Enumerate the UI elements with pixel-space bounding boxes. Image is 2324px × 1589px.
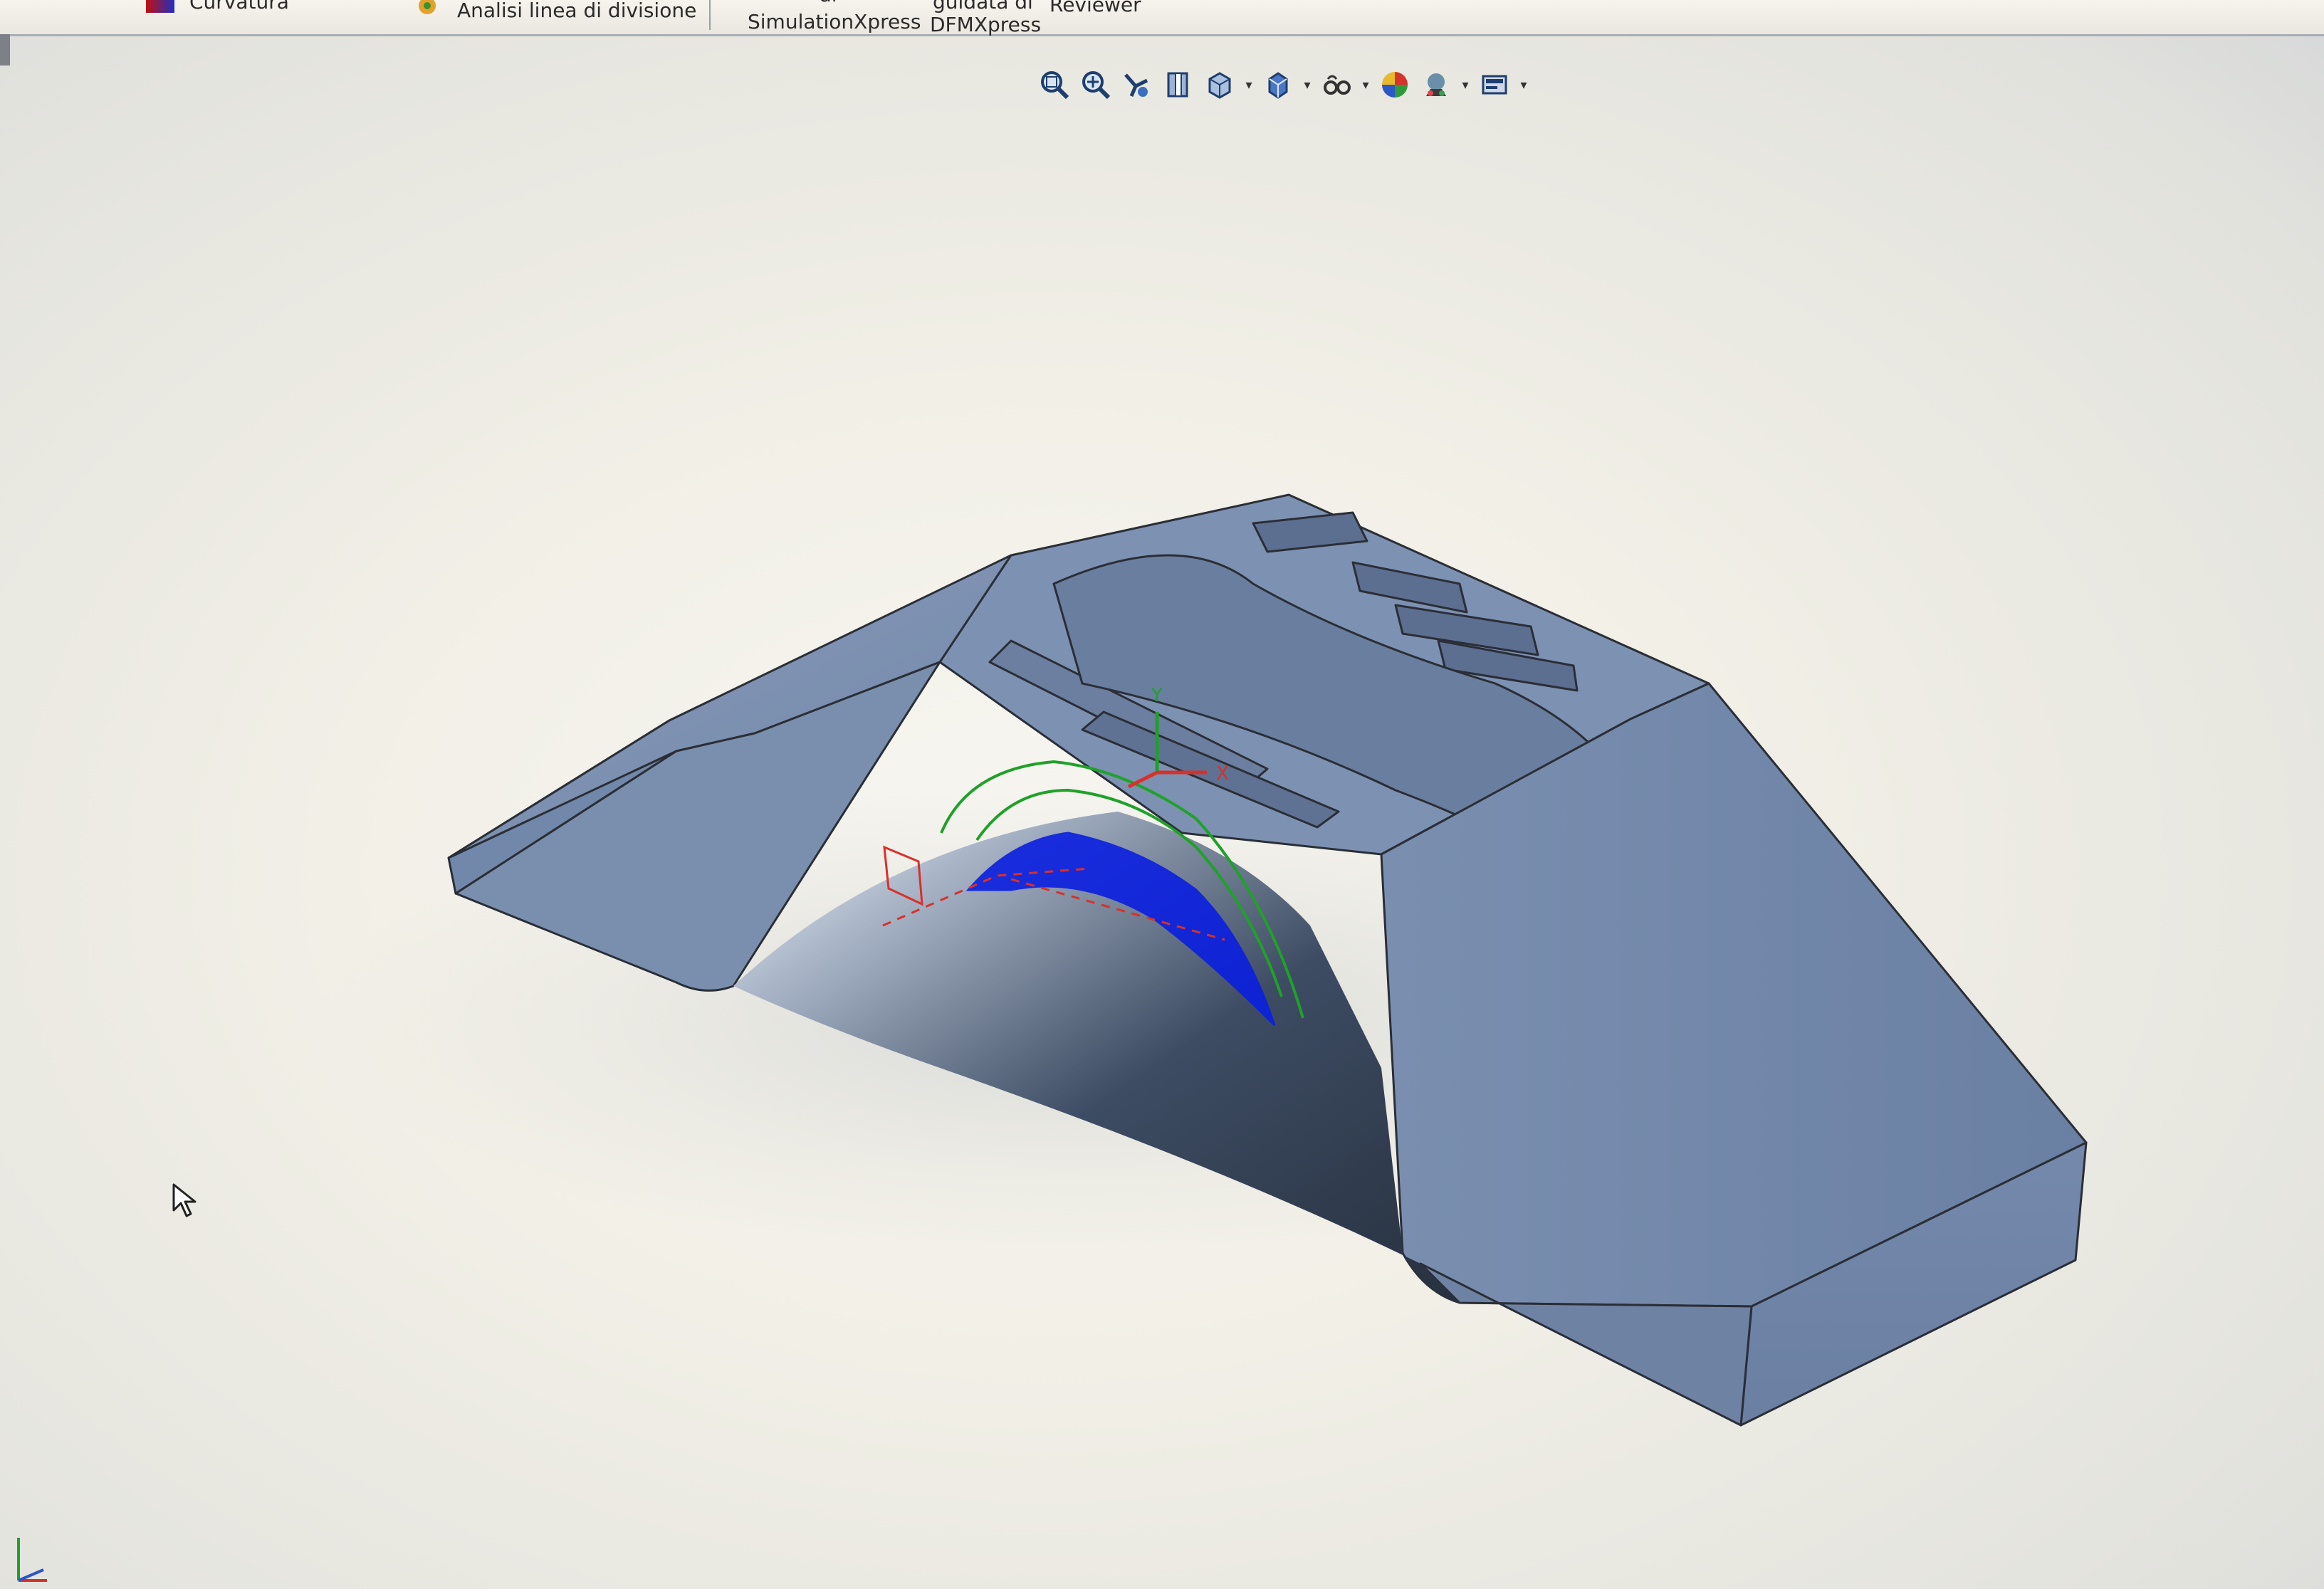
reviewer-button[interactable]: Reviewer	[1050, 0, 1141, 16]
dfmxpress-button-line1[interactable]: guidata di	[933, 0, 1033, 13]
parting-line-analysis-button[interactable]: Analisi linea di divisione	[457, 0, 696, 21]
mouse-cursor-icon	[172, 1183, 197, 1217]
curvature-icon	[146, 0, 174, 13]
dfmxpress-button-line2[interactable]: DFMXpress	[930, 14, 1041, 36]
triad-y-label: Y	[1151, 685, 1163, 706]
simulationxpress-button-line1[interactable]: di	[819, 0, 837, 6]
ribbon-separator	[709, 0, 711, 30]
graphics-area[interactable]: Y X	[0, 37, 2324, 1589]
triad-x-label: X	[1216, 763, 1229, 785]
reference-triad-icon	[17, 1538, 47, 1582]
curvature-button[interactable]: Curvatura	[189, 0, 289, 13]
simulationxpress-button-line2[interactable]: SimulationXpress	[748, 11, 921, 33]
parting-line-icon	[414, 0, 440, 19]
command-manager-ribbon: Curvatura Analisi linea di divisione di …	[0, 0, 2324, 36]
